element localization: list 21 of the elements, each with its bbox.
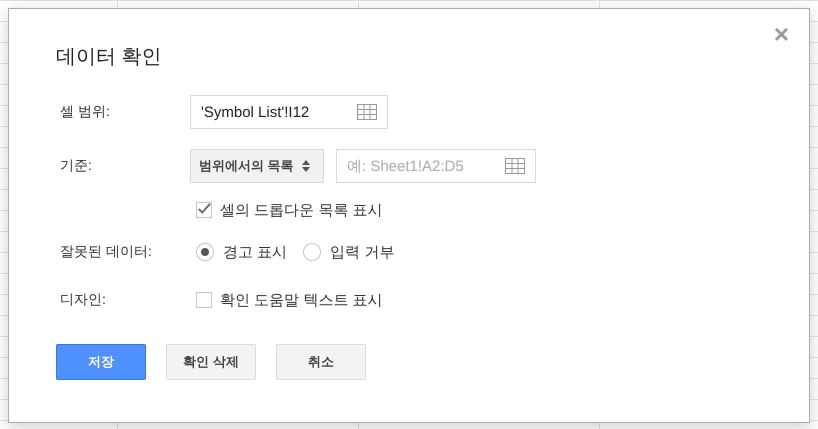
field-label: 셀 범위: xyxy=(59,103,111,121)
criteria-dropdown[interactable]: 범위에서의 목록 xyxy=(190,149,324,183)
radio-button[interactable] xyxy=(303,243,322,261)
field-label: 잘못된 데이터: xyxy=(59,243,153,261)
grid-icon[interactable] xyxy=(505,158,525,174)
range-field[interactable]: 'Symbol List'!I12 xyxy=(190,95,388,129)
checkbox[interactable] xyxy=(196,292,212,308)
field-label: 디자인: xyxy=(59,291,107,309)
grid-icon[interactable] xyxy=(357,104,377,120)
checkbox[interactable] xyxy=(196,202,212,218)
radio-label: 입력 거부 xyxy=(330,242,394,262)
dialog-button[interactable]: 확인 삭제 xyxy=(166,344,256,380)
checkbox-label: 확인 도움말 텍스트 표시 xyxy=(220,290,383,310)
field-label: 기준: xyxy=(59,157,93,175)
checkbox-label: 셀의 드롭다운 목록 표시 xyxy=(220,200,383,220)
dialog-title: 데이터 확인 xyxy=(56,45,163,70)
radio-label: 경고 표시 xyxy=(223,242,288,262)
sort-arrows-icon xyxy=(302,160,310,172)
dialog-button[interactable]: 취소 xyxy=(276,344,366,380)
range-field[interactable]: 예: Sheet1!A2:D5 xyxy=(336,149,536,183)
radio-button[interactable] xyxy=(196,243,214,261)
